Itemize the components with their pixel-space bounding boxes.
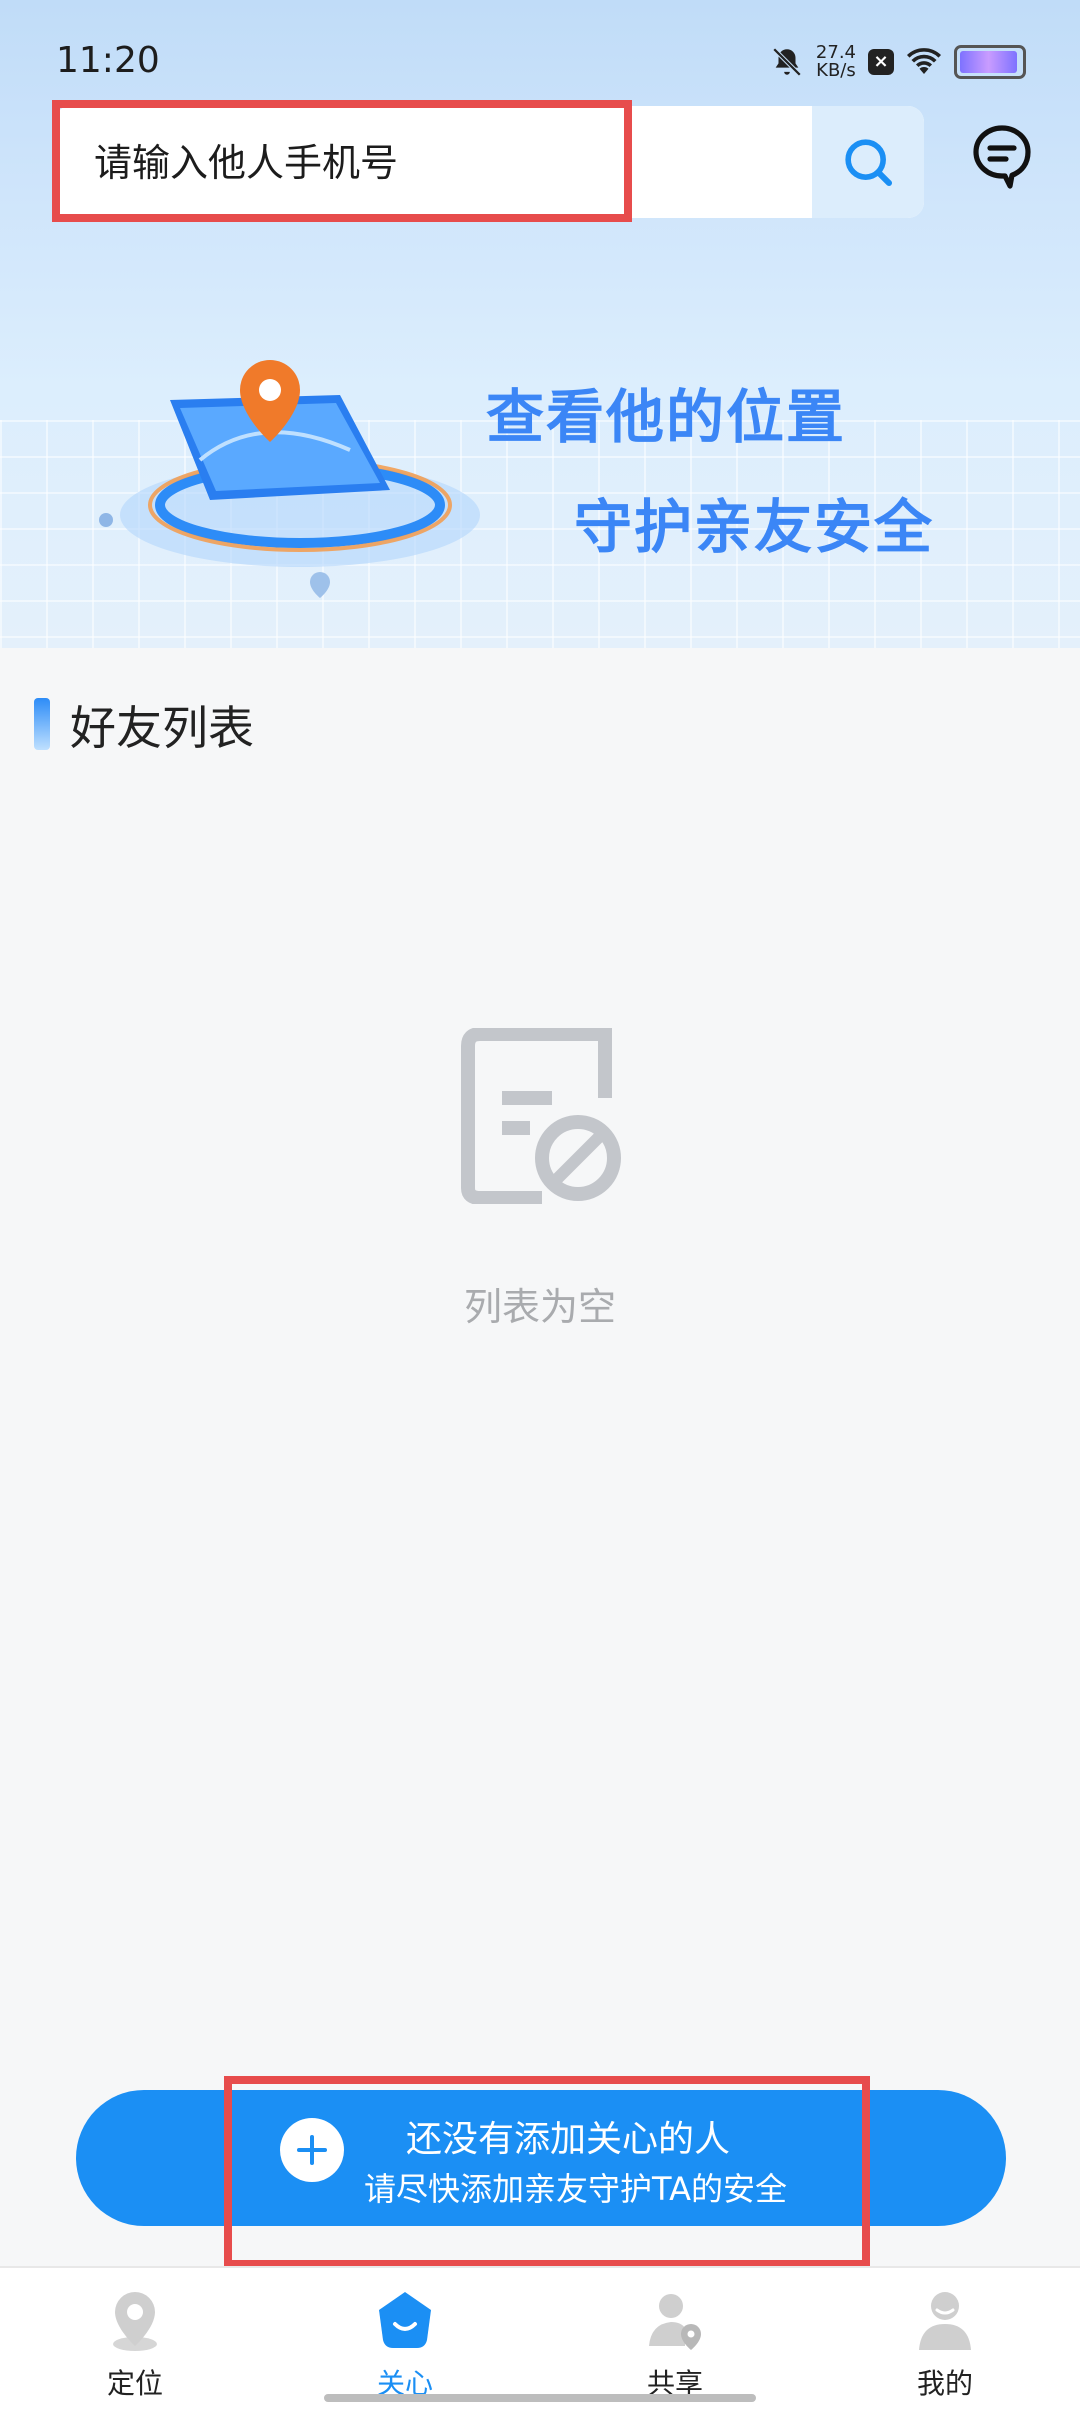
share-person-icon [649, 2294, 701, 2350]
status-time: 11:20 [56, 40, 160, 81]
profile-icon [919, 2292, 971, 2350]
wifi-icon [906, 48, 942, 74]
empty-list-icon [461, 1028, 621, 1204]
nav-item-mine[interactable]: 我的 [810, 2268, 1080, 2410]
nav-item-share[interactable]: 共享 [540, 2268, 810, 2410]
add-button-subtitle: 请尽快添加亲友守护TA的安全 [364, 2170, 787, 2208]
battery-icon [954, 45, 1026, 79]
no-sim-icon: × [868, 49, 894, 75]
chat-bubble-icon [973, 125, 1031, 189]
bell-muted-icon [772, 47, 802, 77]
section-title-accent [34, 698, 50, 750]
nav-label-mine: 我的 [916, 2367, 973, 2400]
banner-line1: 查看他的位置 [486, 383, 847, 451]
messages-button[interactable] [970, 122, 1034, 192]
status-icons: 27.4 KB/s × [770, 42, 1026, 82]
search-button[interactable] [812, 106, 924, 218]
location-pin-icon [113, 2292, 157, 2351]
add-contact-button[interactable]: 还没有添加关心的人 请尽快添加亲友守护TA的安全 [76, 2090, 1006, 2226]
net-speed-unit: KB/s [816, 60, 856, 81]
friends-list-title: 好友列表 [70, 701, 254, 755]
nav-item-care[interactable]: 关心 [270, 2268, 540, 2410]
net-speed: 27.4 KB/s [816, 44, 856, 80]
search-bar [54, 106, 924, 218]
search-icon [845, 139, 893, 187]
add-button-title: 还没有添加关心的人 [406, 2119, 731, 2160]
nav-label-location: 定位 [106, 2367, 163, 2400]
map-location-illustration [99, 360, 480, 598]
phone-search-input[interactable] [92, 132, 796, 194]
bottom-nav: 定位 关心 共享 我的 [0, 2266, 1080, 2410]
empty-list-text: 列表为空 [463, 1285, 616, 1329]
nav-item-location[interactable]: 定位 [0, 2268, 270, 2410]
status-bar: 11:20 27.4 KB/s × [0, 0, 1080, 120]
heart-home-icon [379, 2292, 431, 2348]
banner-line2: 守护亲友安全 [574, 493, 935, 561]
home-indicator[interactable] [324, 2394, 756, 2402]
plus-icon [280, 2118, 344, 2182]
